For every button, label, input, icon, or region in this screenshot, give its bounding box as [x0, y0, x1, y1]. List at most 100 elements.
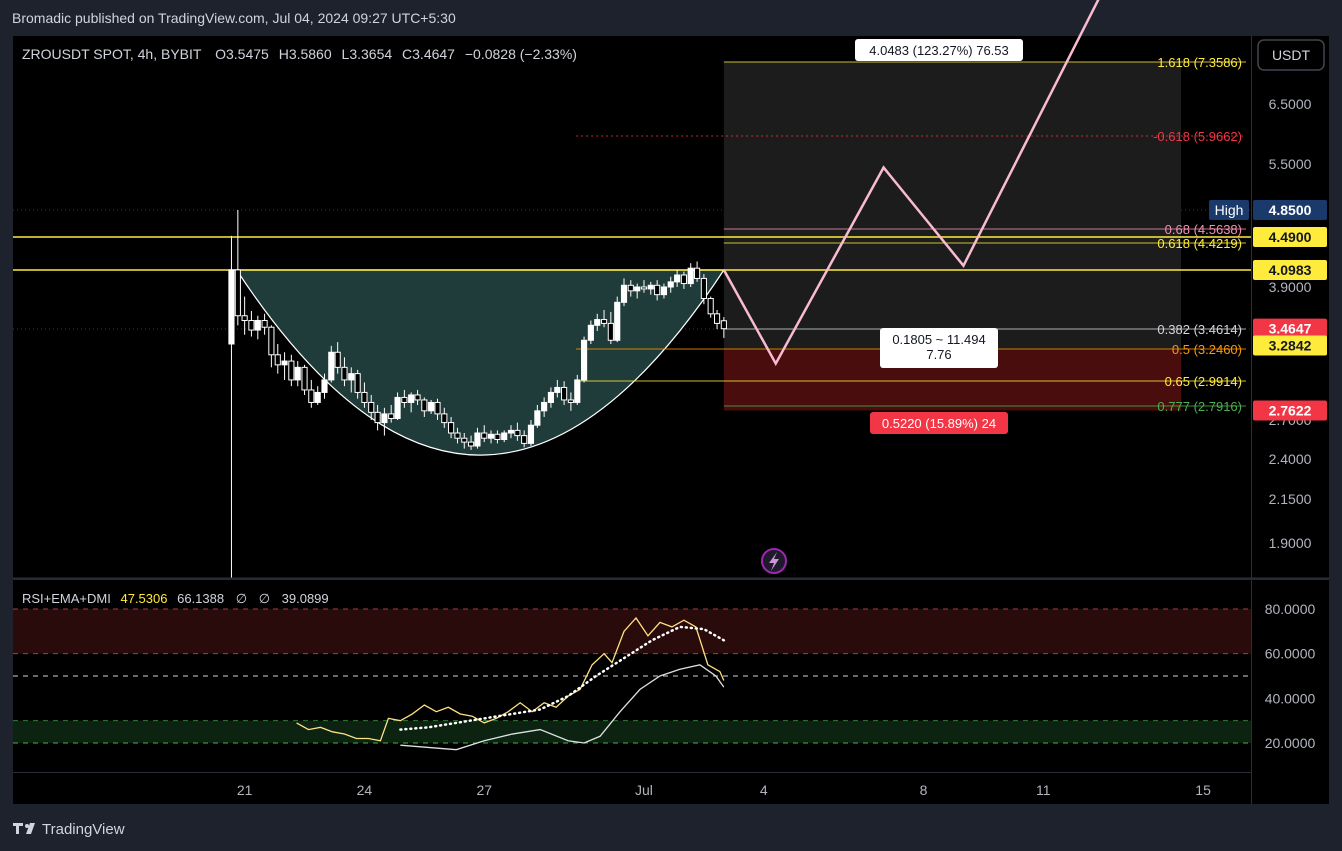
indicator-name: RSI+EMA+DMI — [22, 591, 111, 606]
footer-brand: TradingView — [42, 821, 125, 838]
time-tick: 4 — [760, 782, 768, 798]
logo-stem — [16, 823, 19, 834]
ohlc-low: L3.3654 — [342, 46, 393, 62]
fib-ratio: 0.382 — [1157, 322, 1190, 337]
time-axis-corner — [1251, 772, 1329, 804]
fib-price: (4.5638) — [1190, 222, 1242, 237]
indicator-band — [13, 720, 1251, 743]
candle-body — [394, 396, 401, 419]
price-tag: 4.8500 High — [1209, 200, 1327, 220]
candle-body — [720, 320, 727, 330]
candle-body — [627, 284, 634, 292]
price-pane[interactable]: 1.618 (7.3586) -0.618 (5.9662) 0.68 (4.563… — [13, 0, 1251, 578]
tradingview-logo[interactable]: TradingView — [13, 821, 125, 838]
candle-body — [334, 351, 341, 368]
price-tick: 1.9000 — [1269, 535, 1312, 551]
fib-label: 0.382 (3.4614) — [1157, 322, 1242, 337]
time-tick: Jul — [635, 782, 653, 798]
candle-body — [454, 432, 461, 439]
candle-body — [574, 379, 581, 403]
fib-label: 0.5 (3.2460) — [1172, 342, 1242, 357]
chart-frame: 1.618 (7.3586) -0.618 (5.9662) 0.68 (4.563… — [13, 0, 1329, 838]
candle-body — [541, 401, 548, 412]
measure-mid-text: 7.76 — [926, 347, 951, 362]
price-tag: 3.2842 — [1253, 335, 1327, 356]
candle-body — [507, 429, 515, 434]
candle — [580, 336, 588, 383]
fib-price: (3.2460) — [1190, 342, 1242, 357]
price-tick: 2.1500 — [1269, 491, 1312, 507]
candle-body — [501, 432, 508, 440]
fib-label: 0.65 (2.9914) — [1165, 374, 1242, 389]
fib-price: (4.4219) — [1190, 236, 1242, 251]
candle-body — [567, 399, 574, 403]
candle-body — [674, 274, 681, 283]
candle-body — [361, 391, 368, 403]
ohlc-open: O3.5475 — [215, 46, 269, 62]
candle-body — [660, 286, 668, 296]
fib-ratio: 0.68 — [1165, 222, 1190, 237]
candle-body — [694, 267, 701, 279]
price-tag-label: High — [1215, 202, 1244, 218]
time-tick: 27 — [476, 782, 492, 798]
candle-body — [467, 441, 475, 447]
candle-body — [561, 386, 568, 401]
candle-body — [707, 297, 714, 315]
candle-body — [408, 394, 415, 403]
candle-body — [234, 269, 241, 317]
indicator-tick: 20.0000 — [1265, 735, 1316, 751]
fib-price: (7.3586) — [1190, 55, 1242, 70]
indicator-value-3: ∅ — [236, 591, 247, 606]
indicator-pane[interactable]: RSI+EMA+DMI 47.5306 66.1388 ∅ ∅ 39.0899 — [13, 580, 1251, 772]
candle — [614, 296, 621, 343]
ohlc-change: −0.0828 (−2.33%) — [465, 46, 577, 62]
candle-body — [348, 373, 355, 381]
indicator-axis[interactable]: 80.0000 60.0000 40.0000 20.0000 — [1251, 580, 1329, 772]
lightning-icon[interactable] — [761, 548, 787, 574]
candle-body — [514, 429, 521, 437]
indicator-value-4: ∅ — [259, 591, 270, 606]
candle-body — [521, 435, 528, 444]
fib-ratio: -0.618 — [1153, 129, 1190, 144]
candle-body — [274, 354, 281, 366]
price-tag-value: 4.4900 — [1269, 229, 1312, 245]
fib-label: 1.618 (7.3586) — [1157, 55, 1242, 70]
currency-label: USDT — [1272, 47, 1311, 63]
candle-body — [414, 394, 421, 401]
candle-body — [607, 322, 614, 341]
candle-body — [228, 269, 235, 345]
indicator-tick: 40.0000 — [1265, 690, 1316, 706]
candle-body — [547, 391, 555, 403]
candle-body — [461, 437, 468, 443]
price-tag-value: 4.8500 — [1269, 202, 1312, 218]
price-tag-value: 4.0983 — [1269, 262, 1312, 278]
ohlc-close: C3.4647 — [402, 46, 455, 62]
candle-body — [527, 424, 535, 444]
candle-body — [388, 413, 395, 419]
candle-body — [308, 389, 315, 403]
candle-body — [321, 379, 328, 393]
candle-body — [354, 373, 361, 393]
candle-body — [281, 360, 288, 366]
candle-body — [700, 277, 707, 299]
candle-body — [301, 366, 308, 391]
time-tick: 24 — [357, 782, 373, 798]
candle-body — [434, 401, 441, 415]
candle-body — [640, 286, 648, 290]
candle-body — [600, 319, 608, 324]
currency-button[interactable]: USDT — [1257, 39, 1325, 71]
candle-body — [667, 281, 674, 288]
candle-body — [441, 413, 448, 424]
indicator-value-2: 66.1388 — [177, 591, 224, 606]
time-tick: 15 — [1195, 782, 1211, 798]
price-tick: 6.5000 — [1269, 96, 1312, 112]
fib-price: (2.7916) — [1190, 399, 1242, 414]
indicator-tick: 80.0000 — [1265, 601, 1316, 617]
candle-body — [554, 386, 561, 393]
fib-ratio: 1.618 — [1157, 55, 1190, 70]
candle-body — [713, 313, 721, 324]
candle-body — [421, 399, 428, 412]
ohlc-high: H3.5860 — [279, 46, 332, 62]
candle-body — [594, 319, 601, 326]
candle-body — [587, 324, 594, 341]
